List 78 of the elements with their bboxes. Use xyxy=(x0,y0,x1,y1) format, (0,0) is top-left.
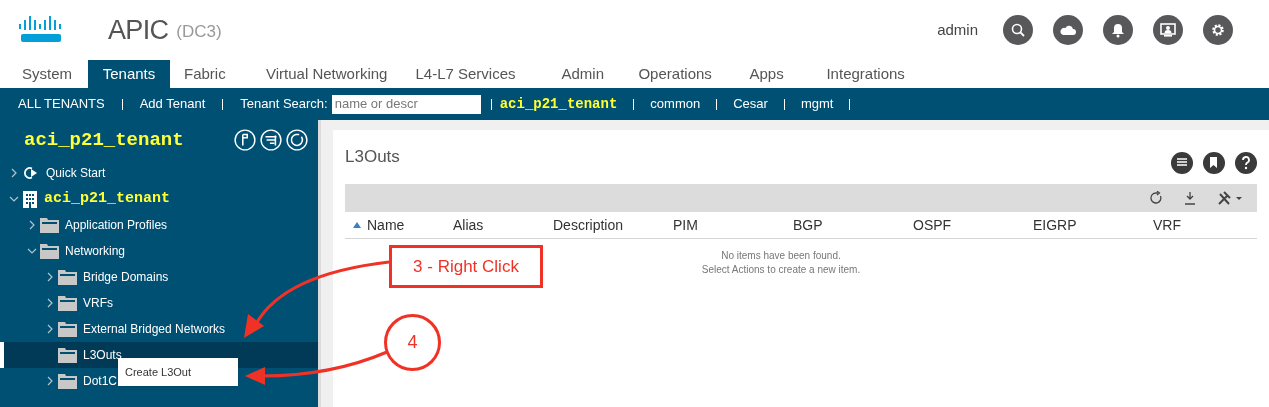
bookmark-button[interactable] xyxy=(1203,152,1225,174)
annotation-label: 3 - Right Click xyxy=(389,245,543,288)
folder-icon xyxy=(40,217,59,233)
pin-button[interactable] xyxy=(234,129,256,151)
folder-icon xyxy=(58,295,77,311)
folder-icon xyxy=(58,373,77,389)
user-name[interactable]: admin xyxy=(937,18,978,42)
chevron-right-icon[interactable] xyxy=(28,220,36,230)
tab[interactable]: L4-L7 Services xyxy=(401,60,548,88)
empty-message: No items have been found. xyxy=(721,249,841,263)
settings-button[interactable] xyxy=(1203,15,1233,45)
folder-icon xyxy=(40,243,59,259)
bell-button[interactable] xyxy=(1103,15,1133,45)
tree-item[interactable]: Dot1C xyxy=(83,372,117,390)
tree-item[interactable]: External Bridged Networks xyxy=(83,320,226,338)
tree-item[interactable]: VRFs xyxy=(83,294,113,312)
search-button[interactable] xyxy=(1003,15,1033,45)
tenant-link[interactable]: aci_p21_tenant xyxy=(499,93,618,115)
column-header[interactable]: BGP xyxy=(785,214,905,236)
refresh-button[interactable] xyxy=(286,129,308,151)
tenant-link[interactable]: common xyxy=(650,94,701,114)
tree-item[interactable]: Application Profiles xyxy=(65,216,168,234)
tab[interactable]: System xyxy=(8,60,88,88)
tree-item[interactable]: aci_p21_tenant xyxy=(44,187,171,211)
tab[interactable]: Virtual Networking xyxy=(252,60,402,88)
chevron-right-icon[interactable] xyxy=(46,376,54,386)
site-label: (DC3) xyxy=(176,21,222,44)
search-icon xyxy=(1010,22,1026,38)
search-label: Tenant Search: xyxy=(240,95,328,114)
chevron-right-icon[interactable] xyxy=(10,168,18,178)
sort-ascending-icon xyxy=(353,222,361,228)
bell-icon xyxy=(1110,22,1126,38)
chevron-down-icon[interactable] xyxy=(9,195,19,203)
tree-item[interactable]: Networking xyxy=(65,242,126,260)
columns-button[interactable] xyxy=(1171,152,1193,174)
download-icon[interactable] xyxy=(1183,191,1197,205)
help-button[interactable] xyxy=(1235,152,1257,174)
column-header[interactable]: VRF xyxy=(1145,214,1245,236)
panel-title: L3Outs xyxy=(345,146,400,168)
tree-item[interactable]: Bridge Domains xyxy=(83,268,169,286)
tenant-link[interactable]: Add Tenant xyxy=(139,94,206,114)
tools-icon[interactable] xyxy=(1217,190,1243,206)
sidebar-title: aci_p21_tenant xyxy=(24,127,184,153)
column-header[interactable]: Name xyxy=(345,214,445,236)
tab[interactable]: Fabric xyxy=(170,60,252,88)
cloud-button[interactable] xyxy=(1053,15,1083,45)
tab[interactable]: Integrations xyxy=(812,60,923,88)
folder-icon xyxy=(58,347,77,363)
tab[interactable]: Tenants xyxy=(88,60,170,88)
refresh-icon[interactable] xyxy=(1149,191,1163,205)
chevron-right-icon[interactable] xyxy=(46,272,54,282)
tree-item[interactable]: L3Outs xyxy=(83,346,122,364)
column-header[interactable]: EIGRP xyxy=(1025,214,1145,236)
folder-icon xyxy=(58,269,77,285)
product-name: APIC xyxy=(108,13,169,47)
menu-item[interactable]: Create L3Out xyxy=(125,363,192,381)
chevron-right-icon[interactable] xyxy=(46,324,54,334)
column-header[interactable]: Description xyxy=(545,214,665,236)
column-header[interactable]: OSPF xyxy=(905,214,1025,236)
folder-icon xyxy=(58,321,77,337)
tree-item[interactable]: Quick Start xyxy=(46,164,106,182)
chevron-down-icon[interactable] xyxy=(27,247,37,255)
column-header[interactable]: Alias xyxy=(445,214,545,236)
search-field[interactable]: name or descr xyxy=(331,94,481,114)
tenant-link[interactable]: Cesar xyxy=(733,94,768,114)
column-header[interactable]: PIM xyxy=(665,214,785,236)
empty-message: Select Actions to create a new item. xyxy=(701,263,861,277)
building-icon xyxy=(22,190,38,208)
monitor-button[interactable] xyxy=(1153,15,1183,45)
tab[interactable]: Operations xyxy=(624,60,736,88)
tenant-link[interactable]: ALL TENANTS xyxy=(18,94,105,114)
tab[interactable]: Admin xyxy=(547,60,625,88)
monitor-icon xyxy=(1160,22,1176,38)
tab[interactable]: Apps xyxy=(735,60,813,88)
settings-icon xyxy=(1210,22,1226,38)
chevron-right-icon[interactable] xyxy=(46,298,54,308)
tenant-link[interactable]: mgmt xyxy=(800,94,834,114)
filter-list-button[interactable] xyxy=(260,129,282,151)
